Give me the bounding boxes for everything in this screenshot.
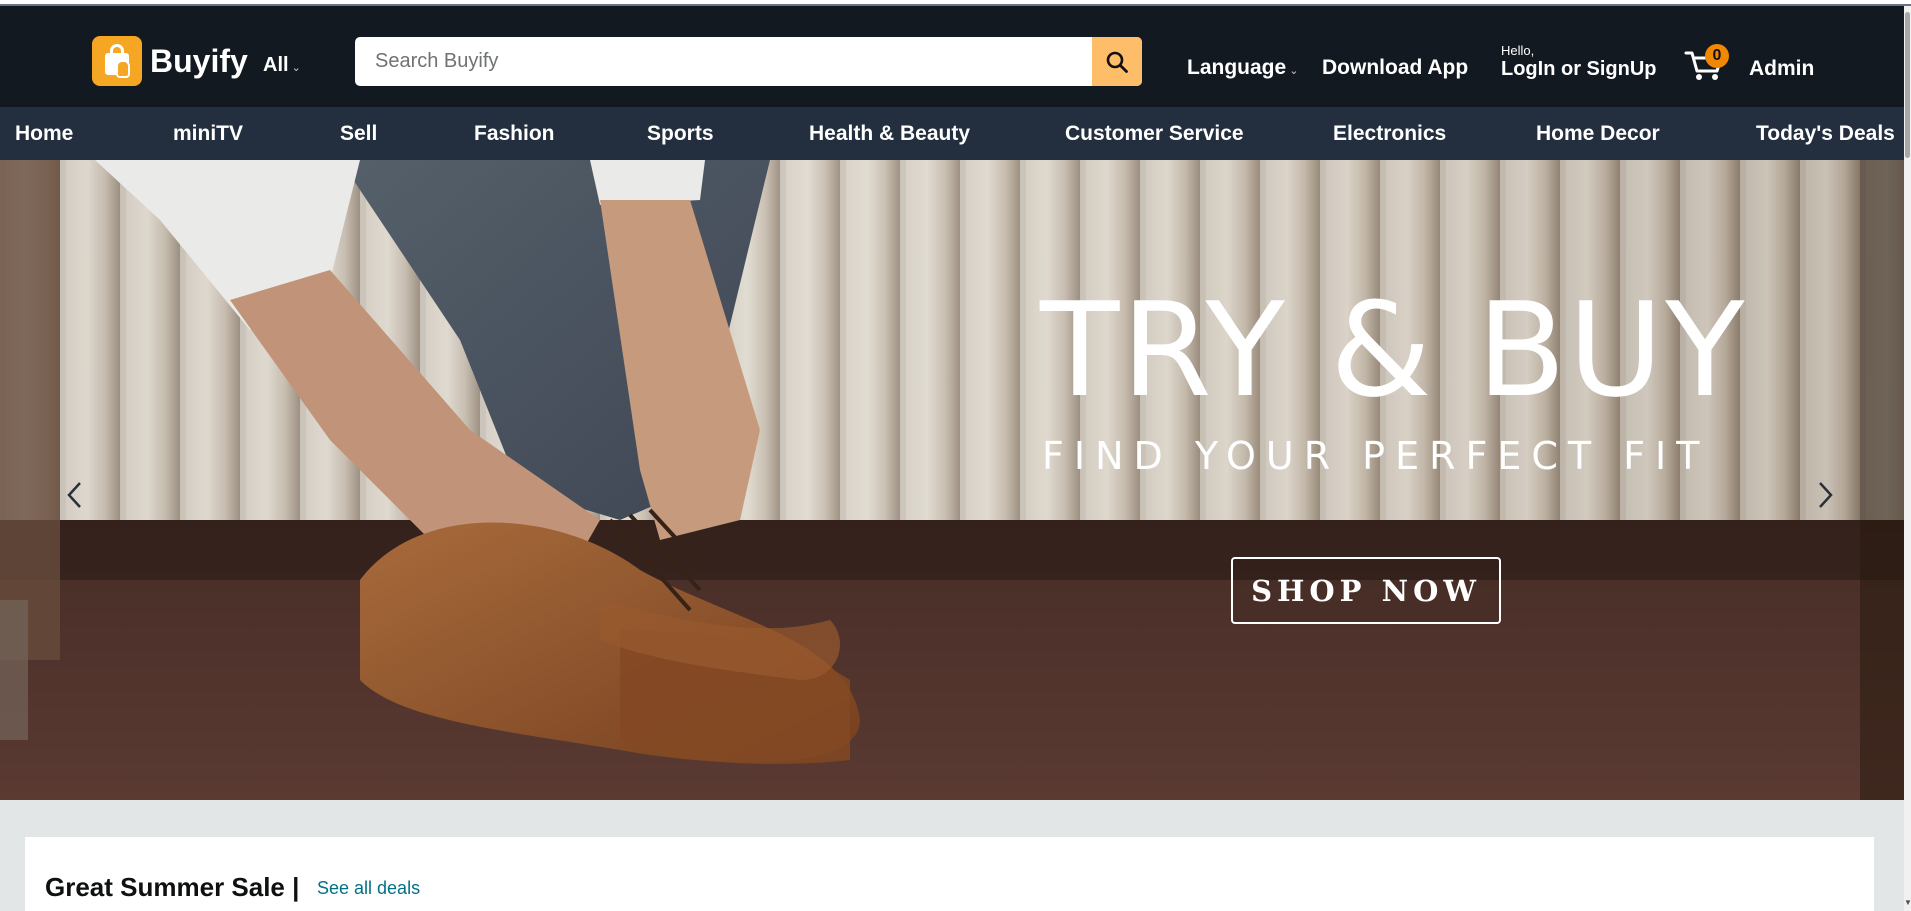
- category-dropdown-label: All: [263, 54, 289, 76]
- login-signup-label: LogIn or SignUp: [1501, 58, 1657, 80]
- deals-section: Great Summer Sale | See all deals: [25, 837, 1874, 911]
- chevron-right-icon: [1819, 482, 1833, 508]
- category-dropdown[interactable]: All ⌄: [263, 54, 301, 77]
- language-label: Language: [1187, 56, 1287, 79]
- nav-item-minitv[interactable]: miniTV: [173, 122, 243, 146]
- shop-now-button[interactable]: SHOP NOW: [1231, 557, 1501, 624]
- search-bar: [355, 37, 1142, 86]
- hero-photo-shoe-lacing: [0, 160, 1904, 800]
- nav-item-todays-deals[interactable]: Today's Deals: [1756, 122, 1895, 146]
- carousel-next-button[interactable]: [1805, 465, 1845, 525]
- language-selector[interactable]: Language ⌄: [1187, 56, 1298, 80]
- nav-item-sell[interactable]: Sell: [340, 122, 377, 146]
- account-link[interactable]: Hello, LogIn or SignUp: [1501, 43, 1657, 81]
- brand-name: Buyify: [150, 42, 248, 79]
- hello-label: Hello,: [1501, 43, 1535, 58]
- carousel-prev-button[interactable]: [55, 465, 95, 525]
- deals-title: Great Summer Sale |: [45, 872, 300, 902]
- search-input[interactable]: [355, 37, 1092, 86]
- nav-item-home[interactable]: Home: [15, 122, 73, 146]
- chevron-left-icon: [67, 482, 81, 508]
- nav-item-fashion[interactable]: Fashion: [474, 122, 555, 146]
- download-app-link[interactable]: Download App: [1322, 56, 1468, 80]
- site-header: Buyify All ⌄ Language ⌄ Download App Hel…: [0, 6, 1904, 107]
- scrollbar-thumb[interactable]: [1905, 12, 1910, 158]
- chevron-down-icon: ⌄: [1289, 64, 1299, 77]
- hero-headline: TRY & BUY: [1040, 274, 1747, 426]
- nav-item-customer-service[interactable]: Customer Service: [1065, 122, 1244, 146]
- nav-item-health-beauty[interactable]: Health & Beauty: [809, 122, 970, 146]
- scroll-down-arrow-icon[interactable]: ▼: [1904, 898, 1911, 908]
- nav-item-electronics[interactable]: Electronics: [1333, 122, 1446, 146]
- hero-carousel: TRY & BUY FIND YOUR PERFECT FIT SHOP NOW: [0, 160, 1904, 800]
- admin-link[interactable]: Admin: [1749, 57, 1814, 81]
- search-icon: [1106, 51, 1128, 73]
- hero-subheadline: FIND YOUR PERFECT FIT: [1042, 434, 1710, 478]
- nav-item-sports[interactable]: Sports: [647, 122, 714, 146]
- shopping-bag-logo-icon: [92, 36, 142, 86]
- see-all-deals-link[interactable]: See all deals: [317, 878, 420, 899]
- cart-count-badge: 0: [1705, 44, 1729, 68]
- brand-logo[interactable]: Buyify: [92, 36, 248, 86]
- category-nav: Home miniTV Sell Fashion Sports Health &…: [0, 107, 1904, 160]
- search-button[interactable]: [1092, 37, 1142, 86]
- chevron-down-icon: ⌄: [291, 62, 301, 74]
- nav-item-home-decor[interactable]: Home Decor: [1536, 122, 1660, 146]
